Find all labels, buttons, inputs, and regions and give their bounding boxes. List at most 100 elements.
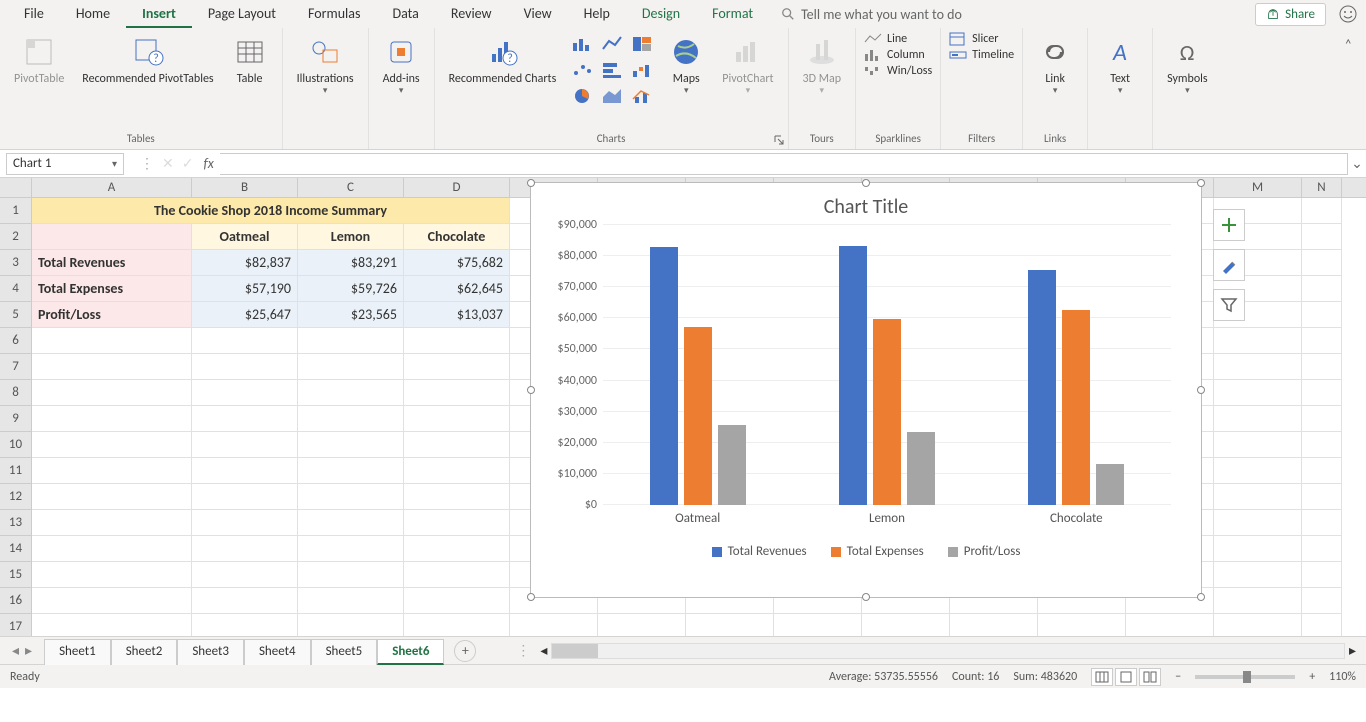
- chart-handle[interactable]: [527, 593, 535, 601]
- cell-C7[interactable]: [298, 354, 404, 380]
- cell-K17[interactable]: [1038, 614, 1126, 636]
- chart-legend[interactable]: Total RevenuesTotal ExpensesProfit/Loss: [531, 544, 1201, 559]
- text-button[interactable]: AText▾: [1096, 32, 1144, 101]
- cell-D5[interactable]: $13,037: [404, 302, 510, 328]
- view-page-break-button[interactable]: [1139, 668, 1161, 686]
- sheet-tab-sheet5[interactable]: Sheet5: [311, 639, 378, 665]
- cell-B12[interactable]: [192, 484, 298, 510]
- cell-D12[interactable]: [404, 484, 510, 510]
- cell-N13[interactable]: [1302, 510, 1342, 536]
- link-button[interactable]: Link▾: [1031, 32, 1079, 101]
- row-header-4[interactable]: 4: [0, 276, 32, 302]
- cell-A2[interactable]: [32, 224, 192, 250]
- view-page-layout-button[interactable]: [1115, 668, 1137, 686]
- cell-A10[interactable]: [32, 432, 192, 458]
- cell-B9[interactable]: [192, 406, 298, 432]
- row-header-9[interactable]: 9: [0, 406, 32, 432]
- cell-N1[interactable]: [1302, 198, 1342, 224]
- scroll-left-icon[interactable]: ◂: [540, 642, 547, 659]
- cell-N16[interactable]: [1302, 588, 1342, 614]
- recommended-charts-button[interactable]: ?Recommended Charts: [443, 32, 563, 90]
- row-header-1[interactable]: 1: [0, 198, 32, 224]
- chart-bar[interactable]: [684, 327, 712, 505]
- enter-icon[interactable]: ✓: [182, 155, 194, 172]
- 3d-map-button[interactable]: 3D Map▾: [797, 32, 848, 101]
- cell-F17[interactable]: [598, 614, 686, 636]
- col-header-M[interactable]: M: [1214, 178, 1302, 197]
- scroll-right-icon[interactable]: ▸: [1349, 642, 1356, 659]
- sparkline-column-button[interactable]: Column: [864, 48, 932, 62]
- formula-input[interactable]: [220, 153, 1348, 175]
- legend-item[interactable]: Total Expenses: [831, 544, 924, 559]
- cell-M9[interactable]: [1214, 406, 1302, 432]
- menu-review[interactable]: Review: [435, 1, 508, 28]
- cell-J17[interactable]: [950, 614, 1038, 636]
- cell-D8[interactable]: [404, 380, 510, 406]
- row-header-13[interactable]: 13: [0, 510, 32, 536]
- cell-D7[interactable]: [404, 354, 510, 380]
- row-header-17[interactable]: 17: [0, 614, 32, 636]
- cell-N11[interactable]: [1302, 458, 1342, 484]
- cell-A6[interactable]: [32, 328, 192, 354]
- chart-bar[interactable]: [1096, 464, 1124, 505]
- row-header-10[interactable]: 10: [0, 432, 32, 458]
- cell-B4[interactable]: $57,190: [192, 276, 298, 302]
- cell-N5[interactable]: [1302, 302, 1342, 328]
- cell-A7[interactable]: [32, 354, 192, 380]
- cell-D15[interactable]: [404, 562, 510, 588]
- cell-I17[interactable]: [862, 614, 950, 636]
- legend-item[interactable]: Total Revenues: [712, 544, 807, 559]
- menu-data[interactable]: Data: [376, 1, 434, 28]
- cell-A9[interactable]: [32, 406, 192, 432]
- cell-B13[interactable]: [192, 510, 298, 536]
- cell-M8[interactable]: [1214, 380, 1302, 406]
- chart-handle[interactable]: [527, 179, 535, 187]
- row-header-12[interactable]: 12: [0, 484, 32, 510]
- cell-C14[interactable]: [298, 536, 404, 562]
- chart-filters-button[interactable]: [1213, 289, 1245, 321]
- cell-N4[interactable]: [1302, 276, 1342, 302]
- cell-A13[interactable]: [32, 510, 192, 536]
- chart-handle[interactable]: [527, 386, 535, 394]
- cell-B7[interactable]: [192, 354, 298, 380]
- cell-N12[interactable]: [1302, 484, 1342, 510]
- col-header-D[interactable]: D: [404, 178, 510, 197]
- view-normal-button[interactable]: [1091, 668, 1113, 686]
- line-chart-icon[interactable]: [598, 32, 626, 56]
- col-header-B[interactable]: B: [192, 178, 298, 197]
- chart-bar[interactable]: [873, 319, 901, 505]
- menu-help[interactable]: Help: [568, 1, 626, 28]
- cell-N7[interactable]: [1302, 354, 1342, 380]
- tab-nav-first-icon[interactable]: ◂: [12, 642, 19, 659]
- cell-M17[interactable]: [1214, 614, 1302, 636]
- menu-view[interactable]: View: [508, 1, 568, 28]
- col-header-N[interactable]: N: [1302, 178, 1342, 197]
- cell-L17[interactable]: [1126, 614, 1214, 636]
- menu-file[interactable]: File: [8, 1, 60, 28]
- cell-M16[interactable]: [1214, 588, 1302, 614]
- cell-A14[interactable]: [32, 536, 192, 562]
- sheet-tab-sheet1[interactable]: Sheet1: [44, 639, 111, 665]
- cell-C6[interactable]: [298, 328, 404, 354]
- cell-M15[interactable]: [1214, 562, 1302, 588]
- zoom-in-button[interactable]: +: [1309, 670, 1315, 684]
- col-header-A[interactable]: A: [32, 178, 192, 197]
- chart-bar[interactable]: [1028, 270, 1056, 505]
- cell-A11[interactable]: [32, 458, 192, 484]
- chart-bar[interactable]: [1062, 310, 1090, 505]
- illustrations-button[interactable]: Illustrations▾: [291, 32, 360, 101]
- cell-C9[interactable]: [298, 406, 404, 432]
- row-header-7[interactable]: 7: [0, 354, 32, 380]
- waterfall-icon[interactable]: [628, 58, 656, 82]
- cell-C10[interactable]: [298, 432, 404, 458]
- feedback-smiley-icon[interactable]: [1338, 4, 1358, 24]
- combo-chart-icon[interactable]: [628, 84, 656, 108]
- chart-handle[interactable]: [1197, 593, 1205, 601]
- cell-M7[interactable]: [1214, 354, 1302, 380]
- cell-N2[interactable]: [1302, 224, 1342, 250]
- cell-D3[interactable]: $75,682: [404, 250, 510, 276]
- row-header-15[interactable]: 15: [0, 562, 32, 588]
- cell-A17[interactable]: [32, 614, 192, 636]
- cell-D4[interactable]: $62,645: [404, 276, 510, 302]
- cell-M13[interactable]: [1214, 510, 1302, 536]
